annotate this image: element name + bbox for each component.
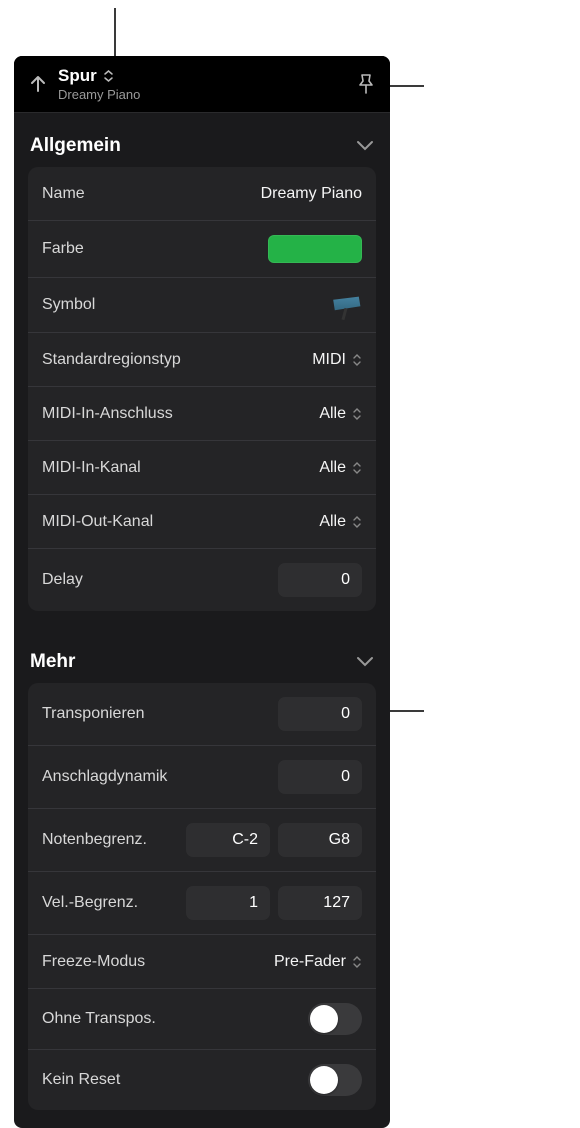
midi-in-ch-text: Alle xyxy=(319,459,346,477)
vel-limit-low: 1 xyxy=(249,894,258,912)
no-reset-toggle[interactable] xyxy=(308,1064,362,1096)
label-no-transpose: Ohne Transpos. xyxy=(42,1010,156,1028)
updown-caret-icon xyxy=(352,407,362,421)
updown-caret-icon xyxy=(352,515,362,529)
general-card: Name Dreamy Piano Farbe Symbol Standardr… xyxy=(28,167,376,611)
value-freeze: Pre-Fader xyxy=(274,953,362,971)
label-color: Farbe xyxy=(42,240,84,258)
track-name-subtitle: Dreamy Piano xyxy=(58,87,356,102)
note-limit-group: C-2 G8 xyxy=(186,823,362,857)
value-midi-in-port: Alle xyxy=(319,405,362,423)
no-transpose-toggle[interactable] xyxy=(308,1003,362,1035)
label-note-limit: Notenbegrenz. xyxy=(42,831,147,849)
pin-icon xyxy=(356,73,376,95)
label-midi-out-ch: MIDI-Out-Kanal xyxy=(42,513,153,531)
header-title-label: Spur xyxy=(58,66,97,86)
row-delay: Delay 0 xyxy=(28,549,376,611)
row-midi-out-ch[interactable]: MIDI-Out-Kanal Alle xyxy=(28,495,376,549)
vel-limit-high-field[interactable]: 127 xyxy=(278,886,362,920)
row-symbol[interactable]: Symbol xyxy=(28,278,376,333)
toggle-knob xyxy=(310,1066,338,1094)
updown-caret-icon xyxy=(103,69,114,83)
label-symbol: Symbol xyxy=(42,296,95,314)
row-transpose: Transponieren 0 xyxy=(28,683,376,746)
note-limit-low-field[interactable]: C-2 xyxy=(186,823,270,857)
transpose-value: 0 xyxy=(341,705,350,723)
midi-out-ch-text: Alle xyxy=(319,513,346,531)
section-more: Mehr Transponieren 0 Anschlagdynamik 0 N… xyxy=(14,629,390,1128)
section-more-header[interactable]: Mehr xyxy=(14,639,390,683)
note-limit-high-field[interactable]: G8 xyxy=(278,823,362,857)
vel-limit-low-field[interactable]: 1 xyxy=(186,886,270,920)
up-arrow-icon xyxy=(28,74,48,94)
row-vel-limit: Vel.-Begrenz. 1 127 xyxy=(28,872,376,935)
transpose-field[interactable]: 0 xyxy=(278,697,362,731)
label-velocity: Anschlagdynamik xyxy=(42,768,167,786)
row-no-transpose: Ohne Transpos. xyxy=(28,989,376,1050)
row-name[interactable]: Name Dreamy Piano xyxy=(28,167,376,221)
value-midi-in-ch: Alle xyxy=(319,459,362,477)
toggle-knob xyxy=(310,1005,338,1033)
vel-limit-high: 127 xyxy=(323,894,350,912)
track-inspector-panel: Spur Dreamy Piano Allgemein Na xyxy=(14,56,390,1128)
section-more-title: Mehr xyxy=(30,651,75,673)
updown-caret-icon xyxy=(352,461,362,475)
label-freeze: Freeze-Modus xyxy=(42,953,145,971)
midi-in-port-text: Alle xyxy=(319,405,346,423)
row-midi-in-ch[interactable]: MIDI-In-Kanal Alle xyxy=(28,441,376,495)
row-region-type[interactable]: Standardregionstyp MIDI xyxy=(28,333,376,387)
velocity-value: 0 xyxy=(341,768,350,786)
region-type-text: MIDI xyxy=(312,351,346,369)
track-type-selector[interactable]: Spur xyxy=(58,66,356,86)
row-freeze[interactable]: Freeze-Modus Pre-Fader xyxy=(28,935,376,989)
freeze-text: Pre-Fader xyxy=(274,953,346,971)
value-midi-out-ch: Alle xyxy=(319,513,362,531)
inspector-header: Spur Dreamy Piano xyxy=(14,56,390,113)
row-velocity: Anschlagdynamik 0 xyxy=(28,746,376,809)
delay-field[interactable]: 0 xyxy=(278,563,362,597)
label-region-type: Standardregionstyp xyxy=(42,351,181,369)
label-delay: Delay xyxy=(42,571,83,589)
note-limit-low: C-2 xyxy=(232,831,258,849)
color-swatch[interactable] xyxy=(268,235,362,263)
updown-caret-icon xyxy=(352,353,362,367)
value-region-type: MIDI xyxy=(312,351,362,369)
label-name: Name xyxy=(42,185,85,203)
back-button[interactable] xyxy=(28,74,48,94)
updown-caret-icon xyxy=(352,955,362,969)
section-general-title: Allgemein xyxy=(30,135,121,157)
row-note-limit: Notenbegrenz. C-2 G8 xyxy=(28,809,376,872)
section-general: Allgemein Name Dreamy Piano Farbe Symbol… xyxy=(14,113,390,629)
pin-button[interactable] xyxy=(356,73,376,95)
row-no-reset: Kein Reset xyxy=(28,1050,376,1110)
track-symbol-icon[interactable] xyxy=(330,292,362,318)
more-card: Transponieren 0 Anschlagdynamik 0 Notenb… xyxy=(28,683,376,1110)
label-transpose: Transponieren xyxy=(42,705,145,723)
velocity-field[interactable]: 0 xyxy=(278,760,362,794)
vel-limit-group: 1 127 xyxy=(186,886,362,920)
row-color[interactable]: Farbe xyxy=(28,221,376,278)
label-midi-in-port: MIDI-In-Anschluss xyxy=(42,405,173,423)
value-name: Dreamy Piano xyxy=(261,185,362,203)
chevron-down-icon xyxy=(356,656,374,668)
header-text: Spur Dreamy Piano xyxy=(58,66,356,102)
section-general-header[interactable]: Allgemein xyxy=(14,123,390,167)
note-limit-high: G8 xyxy=(329,831,350,849)
label-vel-limit: Vel.-Begrenz. xyxy=(42,894,138,912)
label-midi-in-ch: MIDI-In-Kanal xyxy=(42,459,141,477)
delay-value: 0 xyxy=(341,571,350,589)
chevron-down-icon xyxy=(356,140,374,152)
label-no-reset: Kein Reset xyxy=(42,1071,120,1089)
row-midi-in-port[interactable]: MIDI-In-Anschluss Alle xyxy=(28,387,376,441)
